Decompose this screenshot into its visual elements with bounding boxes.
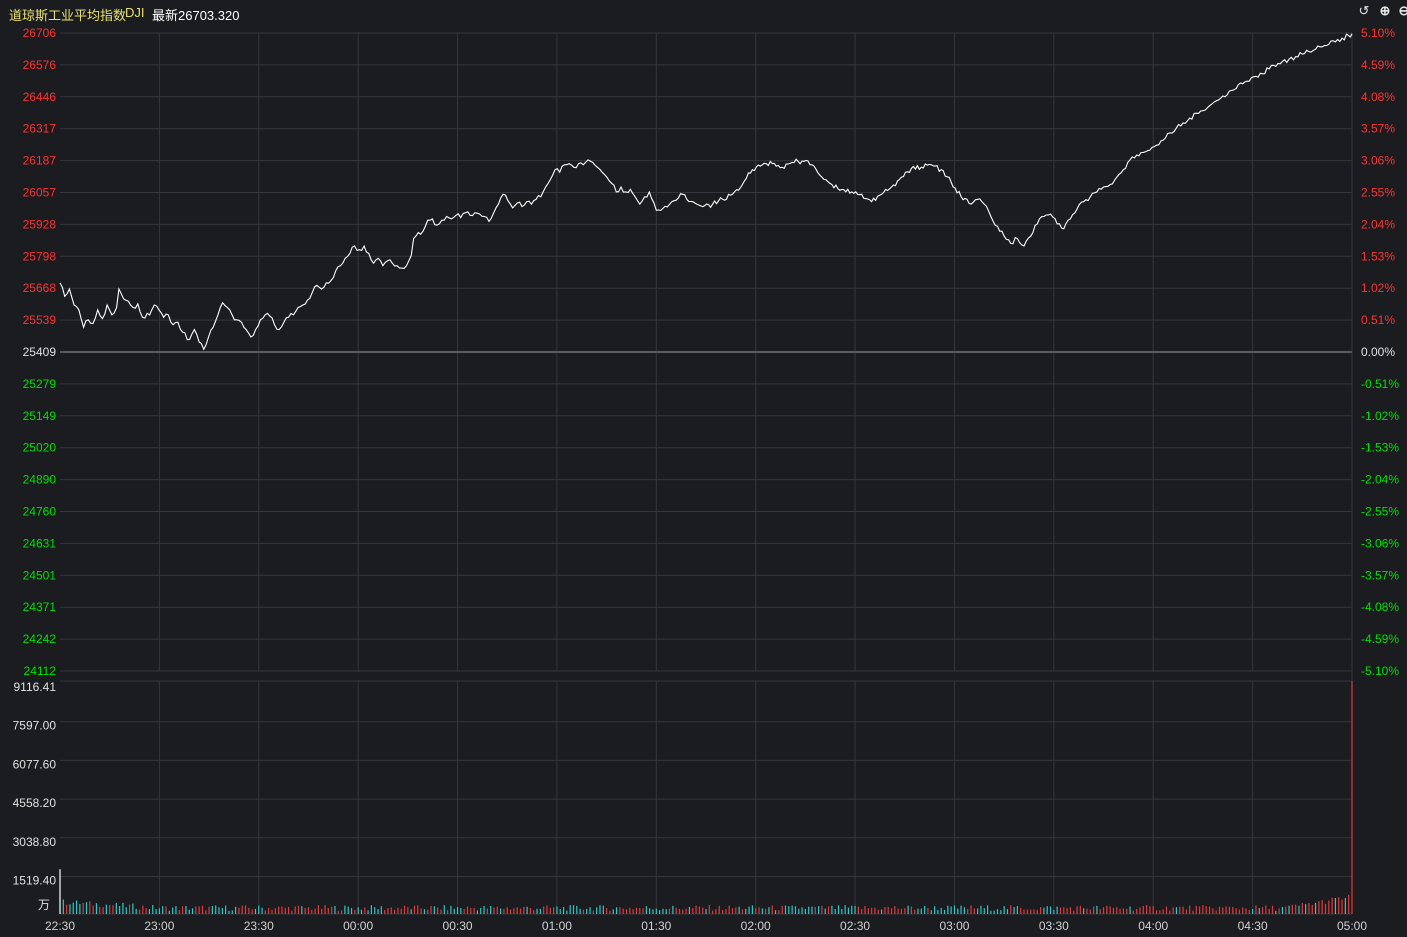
volume-tick-label: 6077.60: [13, 757, 57, 771]
x-tick-label: 00:00: [343, 919, 373, 933]
pct-tick-label: 4.59%: [1361, 58, 1395, 72]
pct-tick-label: -3.06%: [1361, 536, 1399, 550]
pct-tick-label: 5.10%: [1361, 26, 1395, 40]
pct-tick-label: -4.08%: [1361, 600, 1399, 614]
x-tick-label: 23:00: [144, 919, 174, 933]
pct-tick-label: -5.10%: [1361, 664, 1399, 678]
y-tick-label: 24501: [23, 568, 57, 582]
y-tick-label: 24242: [23, 632, 57, 646]
pct-tick-label: -2.55%: [1361, 505, 1399, 519]
volume-tick-label: 1519.40: [13, 874, 57, 888]
pct-tick-label: 3.57%: [1361, 122, 1395, 136]
pct-tick-label: -3.57%: [1361, 568, 1399, 582]
pct-tick-label: 2.04%: [1361, 217, 1395, 231]
intraday-chart[interactable]: 22:30 23:00 23:30 00:00 00:30 01:00 01:30 02:00…: [0, 0, 1407, 937]
volume-unit-label: 万: [38, 898, 50, 912]
y-tick-label: 25668: [23, 281, 57, 295]
y-tick-label: 25020: [23, 441, 57, 455]
y-tick-label: 24890: [23, 473, 57, 487]
x-tick-label: 01:30: [641, 919, 671, 933]
y-tick-label: 26706: [23, 26, 57, 40]
pct-tick-label: -2.04%: [1361, 473, 1399, 487]
volume-tick-label: 4558.20: [13, 796, 57, 810]
y-tick-label: 26057: [23, 186, 57, 200]
x-tick-label: 02:30: [840, 919, 870, 933]
y-tick-label: 24760: [23, 505, 57, 519]
y-tick-label: 26317: [23, 122, 57, 136]
y-tick-label: 25409: [23, 345, 57, 359]
y-tick-label: 25928: [23, 217, 57, 231]
y-tick-label: 26576: [23, 58, 57, 72]
y-tick-label: 26446: [23, 90, 57, 104]
x-tick-label: 22:30: [45, 919, 75, 933]
y-tick-label: 25539: [23, 313, 57, 327]
x-tick-label: 23:30: [244, 919, 274, 933]
volume-tick-label: 3038.80: [13, 835, 57, 849]
x-tick-label: 02:00: [741, 919, 771, 933]
y-tick-label: 24112: [24, 664, 57, 678]
y-tick-label: 24631: [23, 536, 57, 550]
x-tick-label: 00:30: [443, 919, 473, 933]
y-tick-label: 25149: [23, 409, 57, 423]
x-tick-label: 03:30: [1039, 919, 1069, 933]
pct-tick-label: 0.51%: [1361, 313, 1395, 327]
volume-tick-label: 9116.41: [14, 680, 57, 694]
pct-tick-label: 1.53%: [1361, 249, 1395, 263]
price-line: [59, 33, 1353, 351]
pct-tick-label: 0.00%: [1361, 345, 1395, 359]
y-tick-label: 24371: [23, 600, 57, 614]
pct-tick-label: -4.59%: [1361, 632, 1399, 646]
pct-tick-label: 3.06%: [1361, 154, 1395, 168]
y-tick-label: 25798: [23, 249, 57, 263]
x-tick-label: 04:00: [1138, 919, 1168, 933]
x-tick-label: 01:00: [542, 919, 572, 933]
pct-tick-label: -1.53%: [1361, 441, 1399, 455]
x-tick-label: 05:00: [1337, 919, 1367, 933]
y-tick-label: 26187: [23, 154, 57, 168]
pct-tick-label: 4.08%: [1361, 90, 1395, 104]
pct-tick-label: -0.51%: [1361, 377, 1399, 391]
pct-tick-label: 1.02%: [1361, 281, 1395, 295]
x-tick-label: 03:00: [939, 919, 969, 933]
y-tick-label: 25279: [23, 377, 57, 391]
pct-tick-label: -1.02%: [1361, 409, 1399, 423]
pct-tick-label: 2.55%: [1361, 186, 1395, 200]
volume-tick-label: 7597.00: [13, 719, 57, 733]
x-tick-label: 04:30: [1238, 919, 1268, 933]
